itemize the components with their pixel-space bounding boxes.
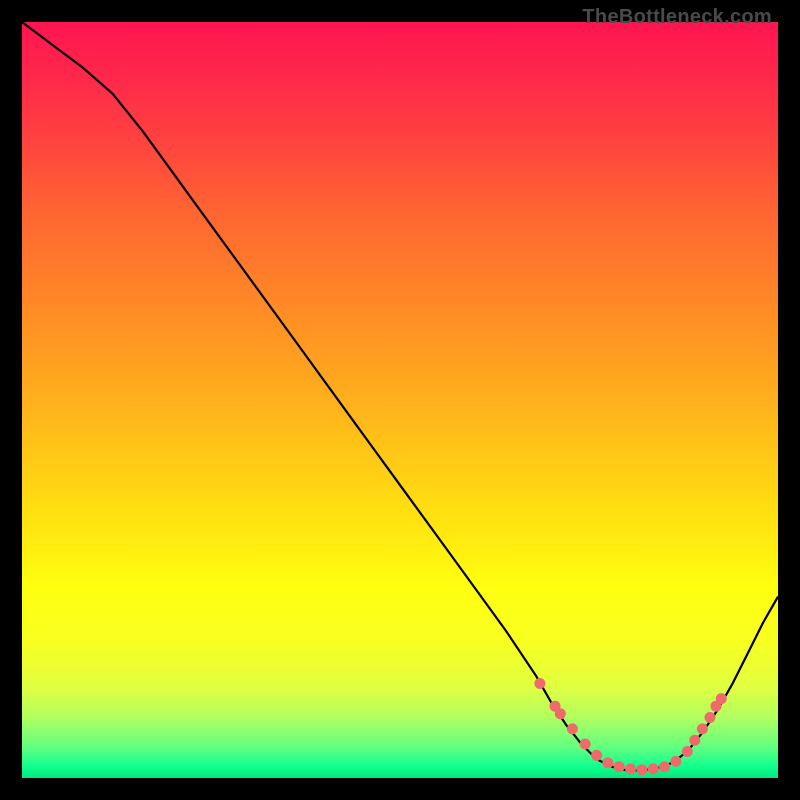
marker-dot [534, 678, 545, 689]
marker-dot [602, 757, 613, 768]
marker-dot [670, 756, 681, 767]
watermark-text: TheBottleneck.com [582, 6, 772, 29]
marker-dot [716, 693, 727, 704]
marker-dot [591, 750, 602, 761]
curve-svg [22, 22, 778, 778]
marker-dot [636, 764, 647, 775]
marker-dot [567, 723, 578, 734]
chart-frame: TheBottleneck.com [0, 0, 800, 800]
marker-dot [689, 735, 700, 746]
marker-dot [648, 763, 659, 774]
marker-dot [614, 761, 625, 772]
marker-dots [534, 678, 726, 775]
marker-dot [705, 712, 716, 723]
marker-dot [659, 761, 670, 772]
marker-dot [697, 723, 708, 734]
marker-dot [555, 708, 566, 719]
marker-dot [625, 763, 636, 774]
marker-dot [682, 746, 693, 757]
main-curve [22, 22, 778, 770]
marker-dot [580, 739, 591, 750]
